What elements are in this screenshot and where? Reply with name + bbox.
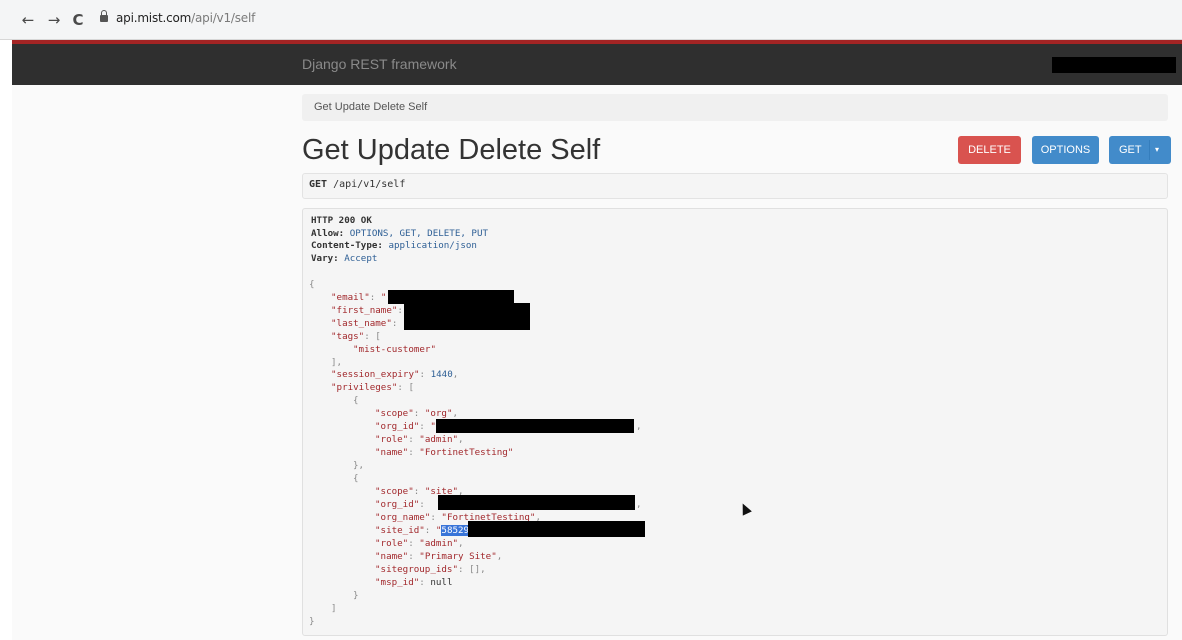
lock-icon[interactable] bbox=[100, 10, 108, 22]
browser-toolbar: ← → C api.mist.com/api/v1/self bbox=[0, 0, 1182, 40]
response-header-content-type: Content-Type: application/json bbox=[311, 240, 477, 251]
breadcrumb-item[interactable]: Get Update Delete Self bbox=[314, 101, 427, 113]
json-line-name: "name": "Primary Site", bbox=[375, 551, 503, 562]
json-line-last-name: "last_name": bbox=[331, 318, 398, 329]
json-line-tags: "tags": [ bbox=[331, 331, 381, 342]
redacted-org-id bbox=[436, 419, 634, 433]
json-line-site-id: "site_id": "58529 bbox=[375, 525, 470, 536]
selected-site-id-text[interactable]: 58529 bbox=[441, 525, 470, 536]
redacted-user-menu[interactable] bbox=[1052, 57, 1176, 73]
request-info: GET /api/v1/self bbox=[302, 173, 1168, 199]
json-line-org-id: "org_id": bbox=[375, 499, 425, 510]
redacted-email bbox=[388, 290, 514, 304]
url-host: api.mist.com bbox=[116, 11, 192, 25]
breadcrumb: Get Update Delete Self bbox=[302, 94, 1168, 121]
json-line-tag: "mist-customer" bbox=[353, 344, 436, 355]
json-line-email: "email": " bbox=[331, 292, 387, 303]
json-line-privileges: "privileges": [ bbox=[331, 382, 414, 393]
get-button-label: GET bbox=[1119, 144, 1142, 156]
reload-icon[interactable]: C bbox=[68, 10, 88, 30]
page-title: Get Update Delete Self bbox=[302, 134, 601, 166]
request-path: /api/v1/self bbox=[333, 179, 406, 190]
response-header-allow: Allow: OPTIONS, GET, DELETE, PUT bbox=[311, 227, 489, 239]
json-line-first-name: "first_name": bbox=[331, 305, 403, 316]
json-line-sitegroup-ids: "sitegroup_ids": [], bbox=[375, 564, 486, 575]
get-button[interactable]: GET ▾ bbox=[1109, 136, 1171, 164]
redacted-site-id bbox=[468, 521, 645, 537]
forward-arrow-icon[interactable]: → bbox=[44, 10, 64, 30]
button-divider bbox=[1149, 140, 1150, 160]
json-line-name: "name": "FortinetTesting" bbox=[375, 447, 514, 458]
response-header-vary: Vary: Accept bbox=[311, 252, 378, 264]
navbar-brand[interactable]: Django REST framework bbox=[302, 56, 457, 72]
json-line-role: "role": "admin", bbox=[375, 434, 464, 445]
json-line-msp-id: "msp_id": null bbox=[375, 577, 453, 588]
json-line-role: "role": "admin", bbox=[375, 538, 464, 549]
navbar bbox=[12, 44, 1182, 85]
options-button[interactable]: OPTIONS bbox=[1032, 136, 1099, 164]
address-bar[interactable]: api.mist.com/api/v1/self bbox=[116, 11, 255, 25]
request-method: GET bbox=[309, 179, 328, 190]
chevron-down-icon[interactable]: ▾ bbox=[1155, 136, 1159, 164]
url-path: /api/v1/self bbox=[191, 11, 256, 25]
json-line-org-id: "org_id": " bbox=[375, 421, 436, 432]
redacted-name bbox=[404, 303, 530, 330]
redacted-org-id bbox=[438, 495, 635, 510]
delete-button[interactable]: DELETE bbox=[958, 136, 1021, 164]
response-status: HTTP 200 OK bbox=[311, 215, 372, 226]
json-line-session-expiry: "session_expiry": 1440, bbox=[331, 369, 459, 380]
back-arrow-icon[interactable]: ← bbox=[18, 10, 38, 30]
